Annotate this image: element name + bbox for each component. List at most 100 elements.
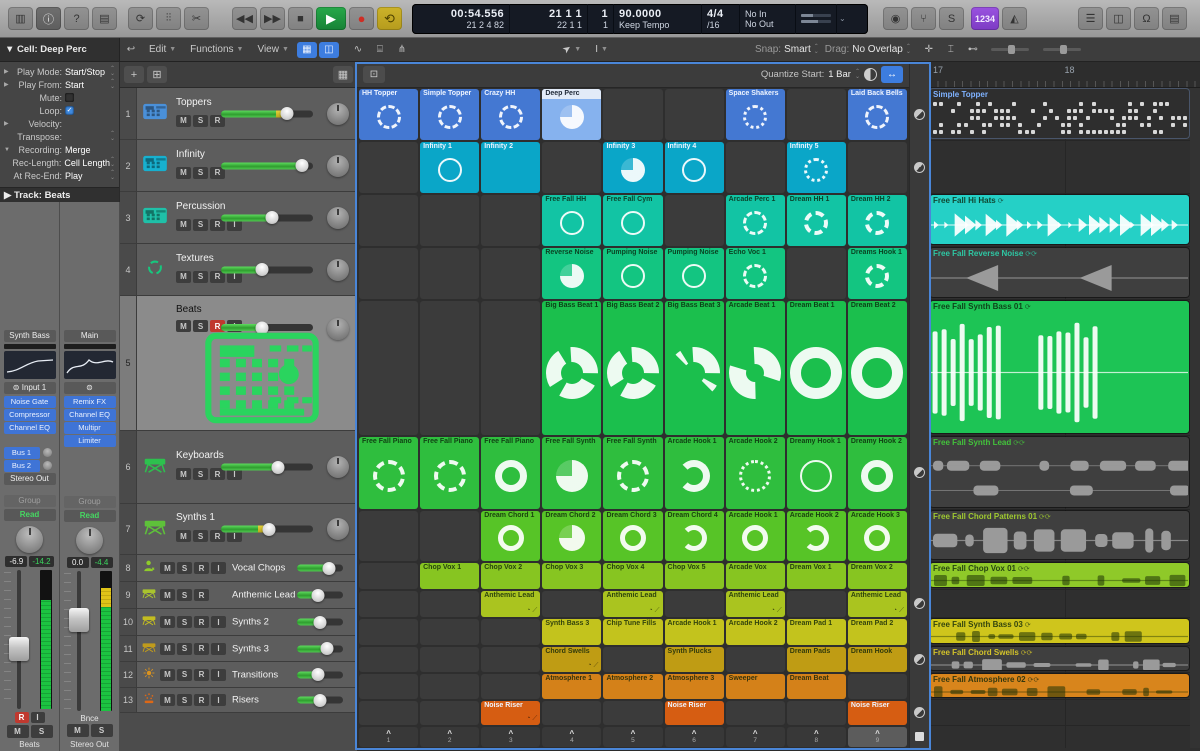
empty-cell[interactable] [848,674,907,699]
track-inspector-header[interactable]: ▶ Track: Beats [0,187,119,202]
auto-zoom-icon[interactable]: ⊷ [963,42,983,58]
region-free-fall-hi-hats[interactable]: Free Fall Hi Hats⟳ [930,195,1189,244]
mute-button[interactable]: M [176,167,191,179]
loop-cell-free-fall-synth[interactable]: Free Fall Synth [542,437,601,509]
loop-cell-crazy-hh[interactable]: Crazy HH [481,89,540,140]
empty-cell[interactable] [481,195,540,246]
loop-cell-big-bass-beat-1[interactable]: Big Bass Beat 1 [542,301,601,435]
mute-button[interactable]: M [160,669,175,681]
track-name[interactable]: Keyboards [176,450,224,461]
empty-cell[interactable] [359,195,418,246]
loop-cell-dream-chord-2[interactable]: Dream Chord 2 [542,511,601,561]
track-name[interactable]: Toppers [176,97,212,108]
mute-button[interactable]: M [160,562,175,574]
track-name[interactable]: Synths 2 [232,617,269,628]
volume-knob[interactable] [314,694,327,707]
value-stepper[interactable]: ⌃⌄ [110,158,115,168]
inspector-icon[interactable]: ⓘ [36,7,61,30]
volume-knob[interactable] [311,589,324,602]
add-track-button[interactable]: + [124,66,144,83]
scene-trigger-4[interactable]: ^4 [542,727,601,747]
loop-cell-free-fall-cym[interactable]: Free Fall Cym [603,195,662,246]
loop-cell-pumping-noise[interactable]: Pumping Noise [603,248,662,299]
loop-cell-atmosphere-1[interactable]: Atmosphere 1 [542,674,601,699]
loop-cell-chop-vox-3[interactable]: Chop Vox 3 [542,563,601,589]
scene-trigger-2[interactable]: ^2 [420,727,479,747]
empty-cell[interactable] [420,701,479,725]
plugin-slot[interactable]: Noise Gate [4,396,56,408]
loop-cell-free-fall-hh[interactable]: Free Fall HH [542,195,601,246]
loop-cell-chop-vox-1[interactable]: Chop Vox 1 [420,563,479,589]
solo-button[interactable]: S [177,694,192,706]
track-name[interactable]: Vocal Chops [232,563,285,574]
loop-cell-infinity-4[interactable]: Infinity 4 [665,142,724,193]
region-free-fall-synth-bass-03[interactable]: Free Fall Synth Bass 03⟳ [930,619,1189,643]
inspector-value[interactable]: Merge [65,145,115,155]
tracks-view-toggle[interactable]: ◫ [319,42,339,58]
solo-button[interactable]: S [177,643,192,655]
loop-cell-noise-riser[interactable]: Noise Riser◔ ⟋ [481,701,540,725]
solo-button[interactable]: S [193,219,208,231]
loop-cell-arcade-perc-1[interactable]: Arcade Perc 1 [726,195,785,246]
solo-button[interactable]: S [91,724,113,737]
empty-cell[interactable] [359,674,418,699]
region-free-fall-synth-lead[interactable]: Free Fall Synth Lead⟳⟳ [930,437,1189,507]
mute-button[interactable]: M [176,530,191,542]
loop-cell-dream-hook[interactable]: Dream Hook [848,647,907,672]
channel-strip-synth-bass[interactable]: Synth Bass⊜ Input 1Noise GateCompressorC… [0,202,60,751]
empty-cell[interactable] [359,647,418,672]
flex-icon[interactable]: ⌸ [370,42,390,58]
empty-cell[interactable] [787,591,846,617]
automation-mode[interactable]: Read [4,509,56,521]
loop-cell-anthemic-lead[interactable]: Anthemic Lead◔ ⟋ [603,591,662,617]
solo-button[interactable]: S [177,669,192,681]
quantize-start-value[interactable]: 1 Bar [828,69,851,80]
volume-fader[interactable] [9,637,29,661]
loop-cell-infinity-5[interactable]: Infinity 5 [787,142,846,193]
track-volume-slider[interactable] [297,565,343,572]
automation-icon[interactable]: ∿ [348,42,368,58]
loop-cell-arcade-hook-1[interactable]: Arcade Hook 1 [665,437,724,509]
disclosure-triangle[interactable]: ▶ [4,68,12,75]
input-monitor-button[interactable]: I [31,712,45,723]
functions-menu[interactable]: Functions▼ [190,44,243,55]
track-volume-slider[interactable] [221,266,313,273]
loop-cell-space-shakers[interactable]: Space Shakers [726,89,785,140]
empty-cell[interactable] [848,142,907,193]
empty-cell[interactable] [603,647,662,672]
track-volume-slider[interactable] [297,671,343,678]
value-stepper[interactable]: ⌃⌄ [110,67,115,77]
track-pan-knob[interactable] [327,259,349,281]
value-stepper[interactable]: ⌃⌄ [110,80,115,90]
empty-cell[interactable] [359,619,418,645]
plugin-slot[interactable]: Multipr [64,422,116,434]
loop-cell-simple-topper[interactable]: Simple Topper [420,89,479,140]
track-volume-slider[interactable] [297,697,343,704]
mute-button[interactable]: M [176,219,191,231]
volume-knob[interactable] [265,211,278,224]
waveform-zoom-icon[interactable]: ⌶ [941,42,961,58]
tuner-icon[interactable]: ⑂ [911,7,936,30]
peak-value[interactable]: -4.4 [91,557,113,568]
track-header-synths-2[interactable]: 10MSRISynths 2 [120,609,357,636]
loop-cell-chop-vox-4[interactable]: Chop Vox 4 [603,563,662,589]
scene-trigger-7[interactable]: ^7 [726,727,785,747]
solo-button[interactable]: S [193,167,208,179]
volume-knob[interactable] [314,616,327,629]
empty-cell[interactable] [603,701,662,725]
loop-cell-chop-vox-5[interactable]: Chop Vox 5 [665,563,724,589]
loop-cell-atmosphere-2[interactable]: Atmosphere 2 [603,674,662,699]
loop-cell-infinity-2[interactable]: Infinity 2 [481,142,540,193]
inspector-row-mute[interactable]: Mute: [0,91,119,104]
empty-cell[interactable] [359,301,418,435]
volume-fader[interactable] [69,608,89,632]
loop-cell-anthemic-lead[interactable]: Anthemic Lead◔ ⟋ [481,591,540,617]
loop-browser-icon[interactable]: Ω [1134,7,1159,30]
loop-cell-big-bass-beat-2[interactable]: Big Bass Beat 2 [603,301,662,435]
track-header-risers[interactable]: 13MSRIRisers [120,688,357,713]
inspector-row-transpose[interactable]: Transpose:⌃⌄ [0,130,119,143]
empty-cell[interactable] [542,142,601,193]
volume-value[interactable]: 0.0 [67,557,89,568]
grid-expand-icon[interactable]: ↔ [881,66,903,83]
scene-trigger-3[interactable]: ^3 [481,727,540,747]
